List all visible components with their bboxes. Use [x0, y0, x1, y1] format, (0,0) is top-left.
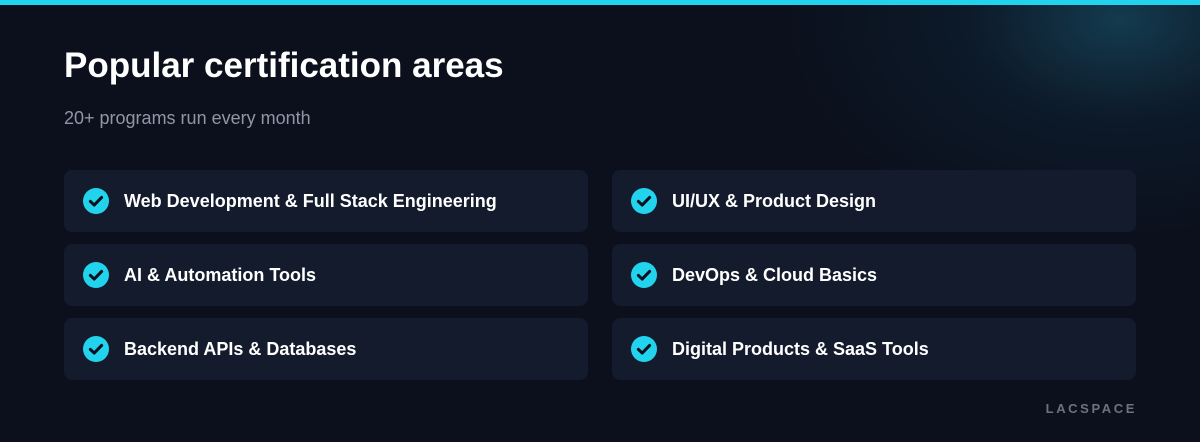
brand-wordmark: LACSPACE [1045, 401, 1137, 416]
check-circle-icon [83, 188, 109, 214]
area-card-devops-cloud: DevOps & Cloud Basics [612, 244, 1136, 306]
accent-top-bar [0, 0, 1200, 5]
check-circle-icon [631, 262, 657, 288]
area-label: UI/UX & Product Design [672, 190, 877, 211]
area-card-backend-apis: Backend APIs & Databases [64, 318, 588, 380]
area-card-web-development: Web Development & Full Stack Engineering [64, 170, 588, 232]
area-label: Web Development & Full Stack Engineering [124, 190, 497, 211]
area-card-ui-ux-design: UI/UX & Product Design [612, 170, 1136, 232]
certification-area-grid: Web Development & Full Stack Engineering… [64, 170, 1136, 380]
page-subtitle: 20+ programs run every month [64, 108, 311, 128]
area-card-ai-automation: AI & Automation Tools [64, 244, 588, 306]
area-label: DevOps & Cloud Basics [672, 264, 878, 285]
page-title: Popular certification areas [64, 46, 504, 85]
certification-banner: Popular certification areas 20+ programs… [0, 0, 1200, 442]
check-circle-icon [83, 262, 109, 288]
area-label: Digital Products & SaaS Tools [672, 338, 929, 359]
area-card-digital-products: Digital Products & SaaS Tools [612, 318, 1136, 380]
check-circle-icon [631, 336, 657, 362]
area-label: Backend APIs & Databases [124, 338, 357, 359]
check-circle-icon [631, 188, 657, 214]
check-circle-icon [83, 336, 109, 362]
area-label: AI & Automation Tools [124, 264, 316, 285]
